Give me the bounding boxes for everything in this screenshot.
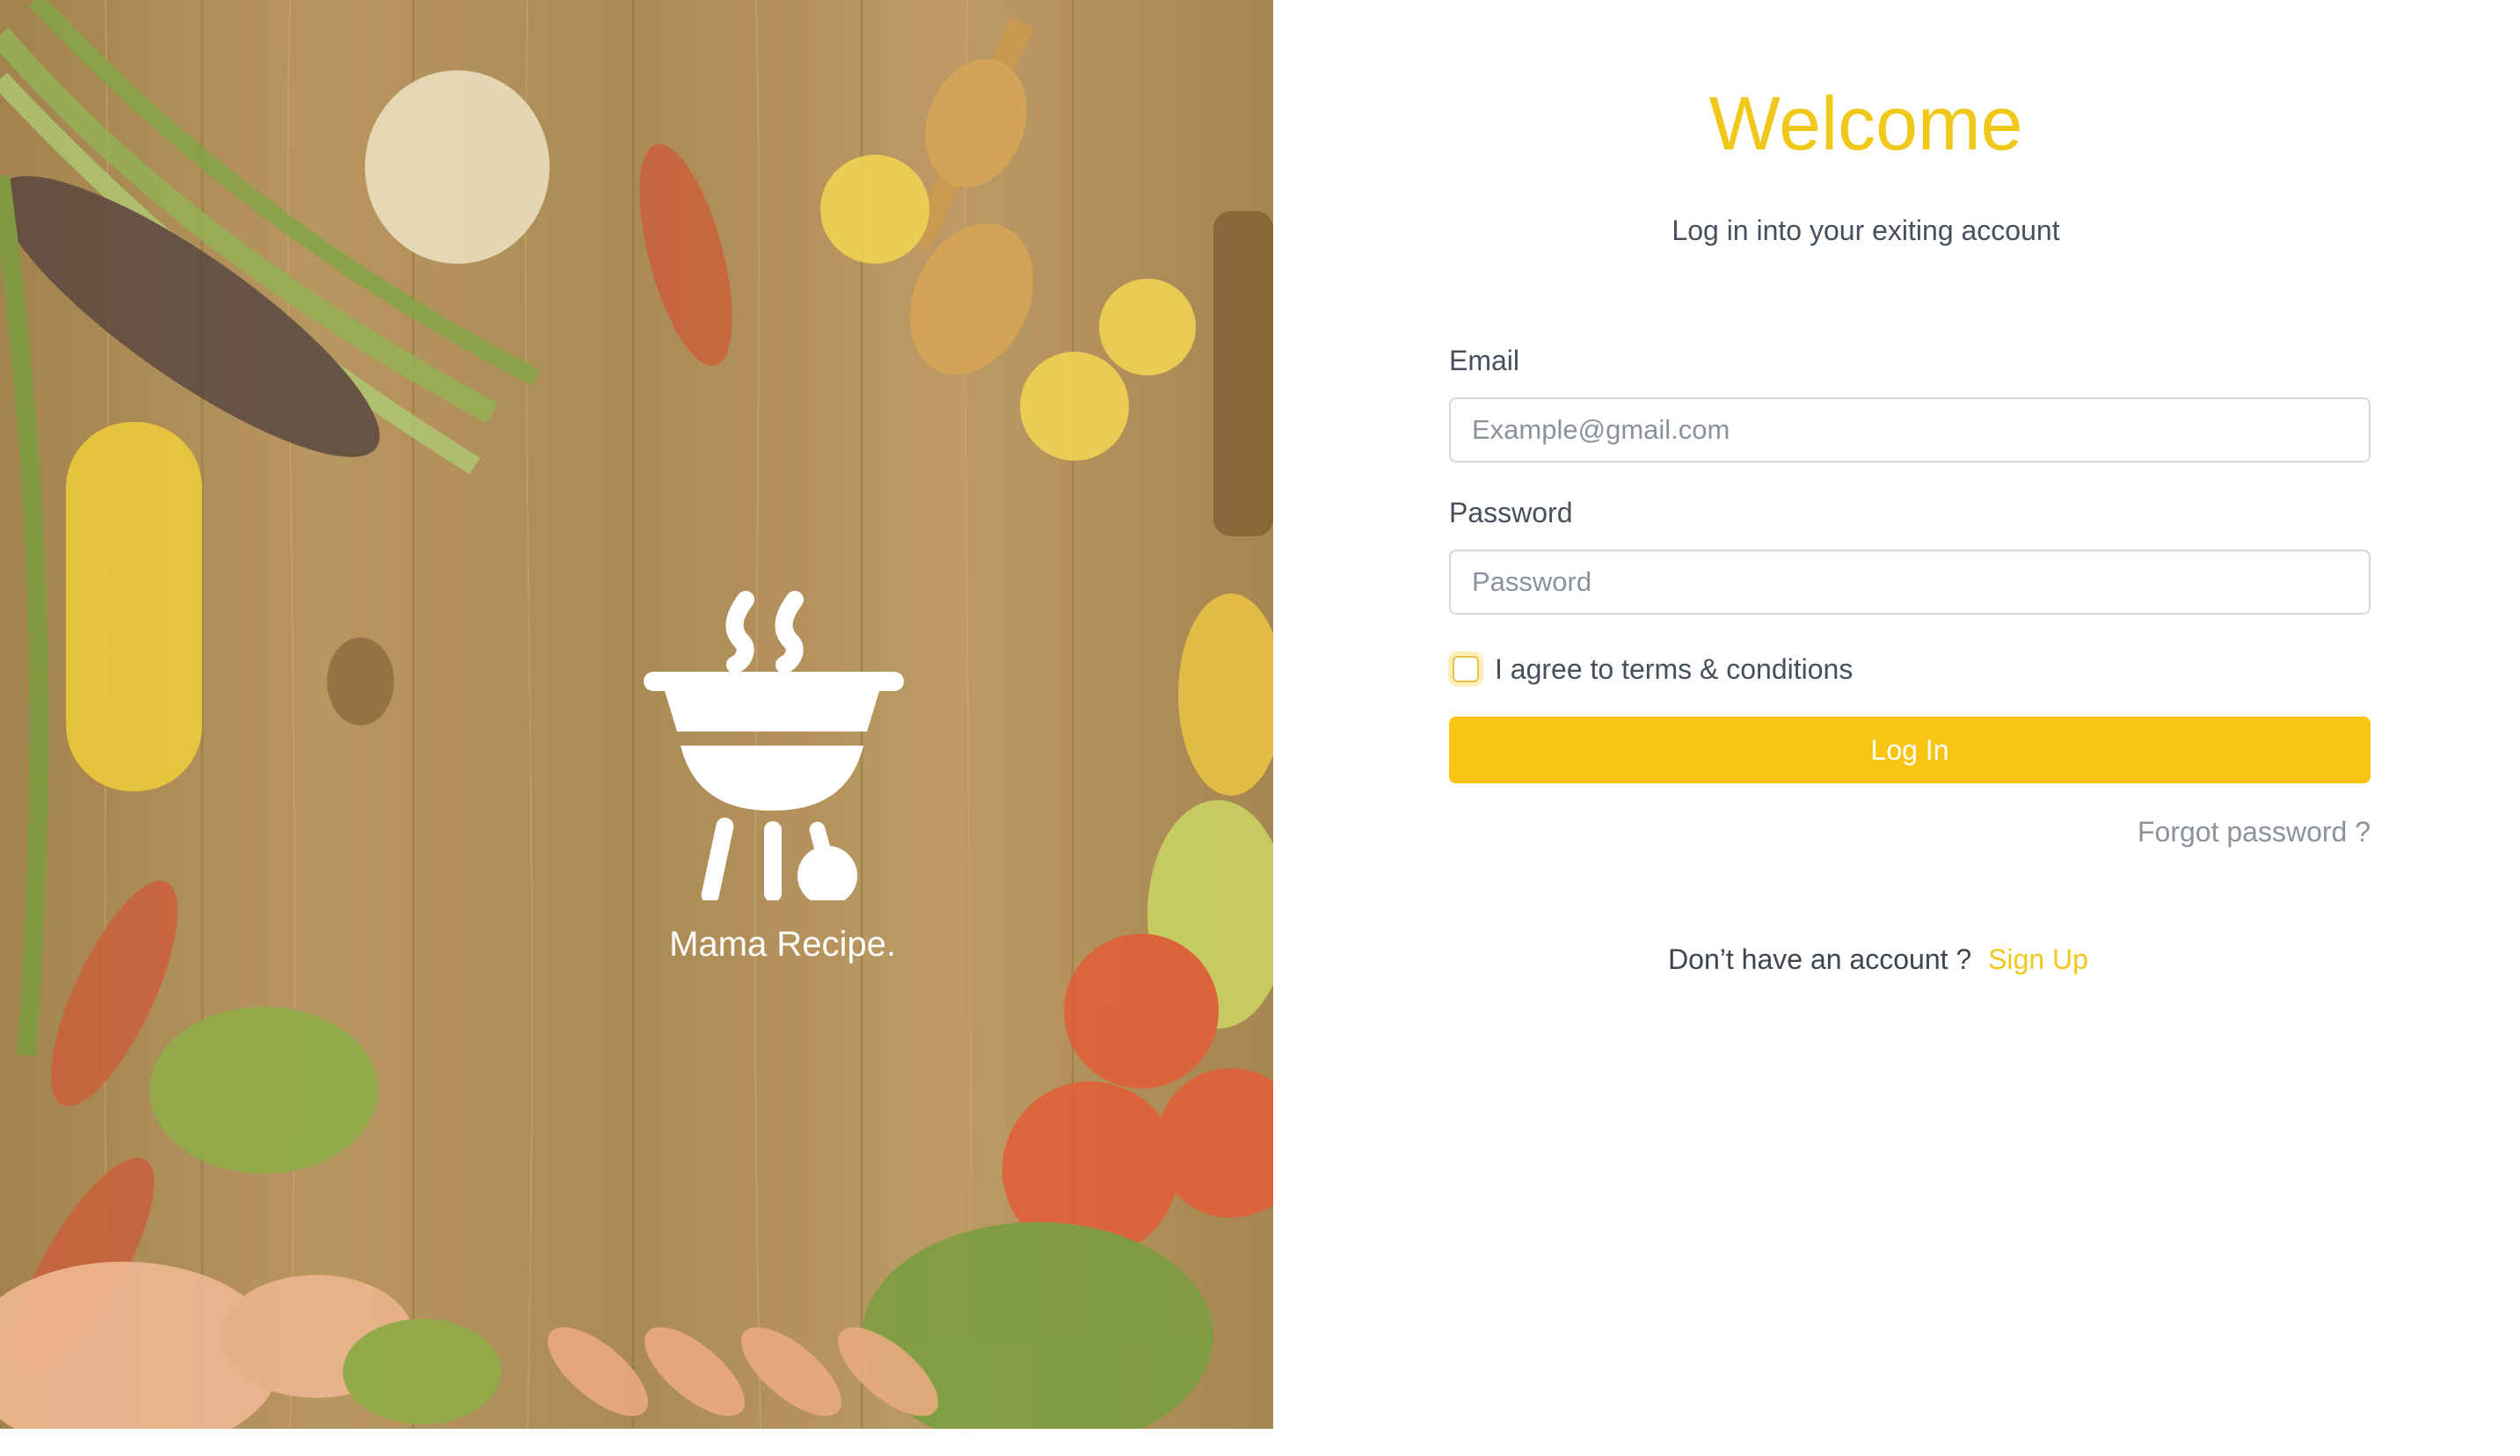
page-title: Welcome [1708,82,2023,166]
hero-panel: Mama Recipe. [0,0,1273,1429]
login-panel: Welcome Log in into your exiting account… [1273,0,2520,1456]
forgot-password-link[interactable]: Forgot password ? [2065,816,2371,848]
no-account-text: Don’t have an account ? [1668,943,1972,975]
terms-label[interactable]: I agree to terms & conditions [1495,653,1853,686]
signup-prompt: Don’t have an account ? Sign Up [1273,943,2483,976]
barbecue-grill-icon [644,591,904,900]
brand: Mama Recipe. [0,571,1273,994]
email-field[interactable] [1449,397,2371,462]
login-page: Mama Recipe. Welcome Log in into your ex… [0,0,2520,1456]
login-button[interactable]: Log In [1449,717,2371,783]
terms-checkbox[interactable] [1453,656,1479,682]
email-label: Email [1449,345,1520,376]
brand-name: Mama Recipe. [669,925,896,964]
page-subtitle: Log in into your exiting account [1672,215,2060,246]
password-label: Password [1449,497,1573,528]
signup-link[interactable]: Sign Up [1988,943,2088,975]
password-field[interactable] [1449,550,2371,615]
terms-row: I agree to terms & conditions [1449,651,1853,688]
